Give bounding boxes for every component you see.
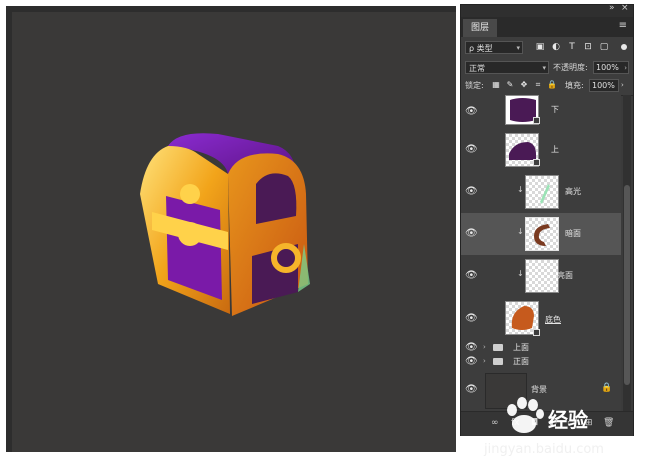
type-filter-icon[interactable]: T bbox=[567, 42, 577, 52]
lock-artboard-icon[interactable]: ⌗ bbox=[533, 80, 543, 90]
blend-mode-value: 正常 bbox=[469, 64, 485, 73]
lock-label: 锁定: bbox=[465, 81, 484, 90]
document-canvas-area[interactable] bbox=[6, 6, 456, 452]
clipping-mask-icon: ↓ bbox=[517, 227, 524, 236]
document-canvas[interactable] bbox=[12, 12, 456, 452]
scrollbar-thumb[interactable] bbox=[624, 185, 630, 385]
lock-icon: 🔒 bbox=[601, 383, 613, 393]
fill-value: 100% bbox=[592, 81, 615, 90]
eye-icon[interactable]: 👁 bbox=[465, 342, 478, 354]
shape-filter-icon[interactable]: ⊡ bbox=[583, 42, 593, 52]
adjustment-filter-icon[interactable]: ◐ bbox=[551, 42, 561, 52]
collapse-panel-icon[interactable]: » bbox=[609, 3, 615, 13]
layer-row[interactable]: 👁 底色 bbox=[461, 297, 621, 342]
image-filter-icon[interactable]: ▣ bbox=[535, 42, 545, 52]
blend-mode-select[interactable]: 正常 ▾ bbox=[465, 61, 549, 74]
opacity-value: 100% bbox=[596, 63, 619, 72]
lock-all-icon[interactable]: 🔒 bbox=[547, 80, 557, 90]
lock-fill-row: 锁定: ▦ ✎ ✥ ⌗ 🔒 填充: 100% › bbox=[461, 77, 633, 96]
smart-object-filter-icon[interactable]: ▢ bbox=[599, 42, 609, 52]
layer-row[interactable]: 👁 ↓ 亮面 bbox=[461, 255, 621, 298]
expand-group-icon[interactable]: › bbox=[483, 343, 486, 351]
layer-name: 亮面 bbox=[557, 271, 573, 280]
eye-icon[interactable]: 👁 bbox=[465, 270, 478, 282]
layer-name: 上 bbox=[551, 145, 559, 154]
lock-transparent-pixels-icon[interactable]: ▦ bbox=[491, 80, 501, 90]
layer-thumbnail bbox=[525, 217, 559, 251]
eye-icon[interactable]: 👁 bbox=[465, 186, 478, 198]
filter-kind-select[interactable]: ρ 类型 ▾ bbox=[465, 41, 523, 54]
layer-row-selected[interactable]: 👁 ↓ 暗面 bbox=[461, 213, 621, 256]
chevron-right-icon[interactable]: › bbox=[621, 79, 624, 92]
layer-filter-row: ρ 类型 ▾ ▣ ◐ T ⊡ ▢ bbox=[461, 37, 633, 60]
lock-position-icon[interactable]: ✥ bbox=[519, 80, 529, 90]
layer-name: 下 bbox=[551, 105, 559, 114]
layer-row[interactable]: 👁 上 bbox=[461, 129, 621, 172]
chevron-down-icon: ▾ bbox=[516, 44, 520, 52]
link-icon[interactable]: ∞ bbox=[491, 418, 499, 428]
eye-icon[interactable]: 👁 bbox=[465, 144, 478, 156]
layer-group-row[interactable]: 👁 › 正面 bbox=[461, 355, 621, 370]
filter-kind-label: ρ 类型 bbox=[469, 44, 493, 53]
blend-opacity-row: 正常 ▾ 不透明度: 100% › bbox=[461, 59, 633, 77]
fill-input[interactable]: 100% bbox=[589, 79, 619, 92]
clipping-mask-icon: ↓ bbox=[517, 269, 524, 278]
watermark-url: jingyan.baidu.com bbox=[484, 442, 604, 457]
layer-thumbnail bbox=[525, 175, 559, 209]
layer-row[interactable]: 👁 ↓ 高光 bbox=[461, 171, 621, 214]
close-panel-icon[interactable]: × bbox=[621, 3, 629, 13]
group-name: 正面 bbox=[513, 357, 529, 366]
expand-group-icon[interactable]: › bbox=[483, 357, 486, 365]
filter-toggle-icon[interactable] bbox=[621, 44, 627, 50]
chevron-right-icon: › bbox=[624, 64, 627, 72]
eye-icon[interactable]: 👁 bbox=[465, 356, 478, 368]
panel-scrollbar[interactable] bbox=[623, 95, 631, 411]
treasure-chest-artwork bbox=[140, 133, 310, 316]
layer-name: 高光 bbox=[565, 187, 581, 196]
layer-name: 底色 bbox=[545, 315, 561, 324]
opacity-input[interactable]: 100% › bbox=[593, 61, 629, 74]
watermark-text: 经验 bbox=[548, 408, 588, 432]
layers-panel: » × 图层 ≡ ρ 类型 ▾ ▣ ◐ T ⊡ ▢ 正常 ▾ 不透明度: 100… bbox=[460, 3, 634, 436]
folder-icon bbox=[493, 344, 503, 351]
vector-mask-icon bbox=[533, 159, 540, 166]
eye-icon[interactable]: 👁 bbox=[465, 384, 478, 396]
layer-row[interactable]: 👁 下 bbox=[461, 95, 621, 130]
layer-group-row[interactable]: 👁 › 上面 bbox=[461, 341, 621, 356]
lock-image-pixels-icon[interactable]: ✎ bbox=[505, 80, 515, 90]
folder-icon bbox=[493, 358, 503, 365]
panel-menu-icon[interactable]: ≡ bbox=[619, 20, 627, 31]
panel-tab-bar: 图层 ≡ bbox=[461, 17, 633, 37]
opacity-label: 不透明度: bbox=[553, 63, 588, 72]
vector-mask-icon bbox=[533, 117, 540, 124]
eye-icon[interactable]: 👁 bbox=[465, 106, 478, 118]
tab-layers[interactable]: 图层 bbox=[463, 19, 497, 37]
eye-icon[interactable]: 👁 bbox=[465, 228, 478, 240]
chevron-down-icon: ▾ bbox=[542, 64, 546, 72]
vector-mask-icon bbox=[533, 329, 540, 336]
eye-icon[interactable]: 👁 bbox=[465, 313, 478, 325]
group-name: 上面 bbox=[513, 343, 529, 352]
layer-name: 暗面 bbox=[565, 229, 581, 238]
screenshot-frame: » × 图层 ≡ ρ 类型 ▾ ▣ ◐ T ⊡ ▢ 正常 ▾ 不透明度: 100… bbox=[0, 0, 651, 469]
panel-title-strip: » × bbox=[461, 3, 633, 17]
layer-thumbnail bbox=[525, 259, 559, 293]
fill-label: 填充: bbox=[565, 81, 584, 90]
clipping-mask-icon: ↓ bbox=[517, 185, 524, 194]
